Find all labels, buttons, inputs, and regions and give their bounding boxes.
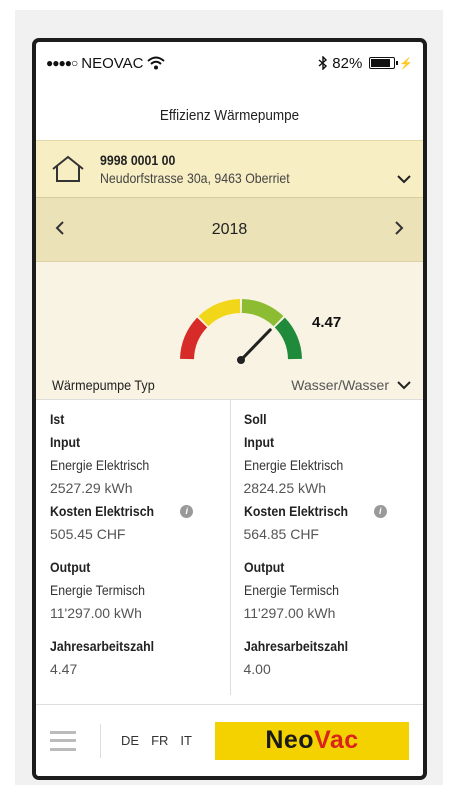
soll-heading: Soll bbox=[243, 411, 267, 427]
gauge-value: 4.47 bbox=[312, 314, 342, 331]
pump-type-value: Wasser/Wasser bbox=[291, 377, 389, 393]
efficiency-gauge bbox=[180, 299, 302, 364]
previous-year-button[interactable] bbox=[50, 218, 70, 241]
soll-kosten-value: 564.85 CHF bbox=[243, 526, 319, 542]
gauge-segment-lightgreen bbox=[241, 299, 284, 327]
footer-divider bbox=[100, 723, 101, 758]
language-de[interactable]: DE bbox=[121, 733, 139, 748]
chevron-down-icon[interactable] bbox=[397, 171, 411, 187]
soll-jaz-label: Jahresarbeitszahl bbox=[243, 638, 348, 654]
ist-heading: Ist bbox=[50, 411, 65, 427]
ist-energie-elektrisch-label: Energie Elektrisch bbox=[50, 457, 150, 473]
soll-energie-elektrisch-value: 2824.25 kWh bbox=[243, 480, 327, 496]
soll-energie-elektrisch-label: Energie Elektrisch bbox=[243, 457, 343, 473]
column-divider bbox=[229, 400, 231, 695]
page-title: Effizienz Wärmepumpe bbox=[159, 106, 300, 124]
soll-energie-termisch-label: Energie Termisch bbox=[243, 582, 339, 598]
language-fr[interactable]: FR bbox=[151, 733, 168, 748]
charging-icon: ⚡ bbox=[399, 57, 413, 70]
ist-energie-termisch-value: 11'297.00 kWh bbox=[50, 605, 142, 621]
gauge-segment-darkgreen bbox=[274, 317, 302, 360]
ist-input-label: Input bbox=[50, 434, 81, 450]
soll-energie-termisch-value: 11'297.00 kWh bbox=[243, 605, 336, 621]
ist-column: Ist Input Energie Elektrisch 2527.29 kWh… bbox=[36, 400, 230, 695]
soll-jaz-value: 4.00 bbox=[243, 661, 271, 677]
property-number: 9998 0001 00 bbox=[100, 152, 176, 168]
gauge-segment-yellow bbox=[198, 299, 241, 327]
pump-type-select[interactable]: Wasser/Wasser bbox=[291, 377, 411, 393]
soll-column: Soll Input Energie Elektrisch 2824.25 kW… bbox=[230, 400, 424, 695]
info-icon[interactable]: i bbox=[373, 505, 387, 518]
soll-input-label: Input bbox=[243, 434, 274, 450]
chevron-down-icon bbox=[397, 380, 411, 389]
hamburger-menu-icon[interactable] bbox=[50, 730, 76, 751]
house-icon bbox=[52, 155, 84, 182]
neovac-logo: Neo Vac bbox=[215, 721, 409, 760]
property-address: Neudorfstrasse 30a, 9463 Oberriet bbox=[100, 170, 290, 186]
phone-screen: ●●●●○ NEOVAC 82% ⚡ Effizienz Wärmepumpe … bbox=[32, 38, 427, 780]
soll-output-label: Output bbox=[243, 559, 284, 575]
gauge-needle bbox=[239, 328, 272, 362]
efficiency-gauge-panel: 4.47 Wärmepumpe Typ Wasser/Wasser bbox=[36, 262, 423, 400]
ist-energie-termisch-label: Energie Termisch bbox=[50, 582, 145, 598]
soll-kosten-label: Kosten Elektrisch bbox=[243, 503, 348, 519]
carrier-name: NEOVAC bbox=[81, 54, 144, 72]
signal-icon: ●●●●○ bbox=[46, 56, 78, 70]
gauge-pivot bbox=[237, 356, 245, 364]
comparison-table: Ist Input Energie Elektrisch 2527.29 kWh… bbox=[36, 400, 423, 695]
property-selector[interactable]: 9998 0001 00 Neudorfstrasse 30a, 9463 Ob… bbox=[36, 140, 423, 198]
info-icon[interactable]: i bbox=[180, 505, 194, 518]
next-year-button[interactable] bbox=[389, 218, 409, 241]
pump-type-label: Wärmepumpe Typ bbox=[52, 377, 155, 393]
wifi-icon bbox=[147, 56, 166, 70]
gauge-segment-red bbox=[180, 317, 208, 360]
ist-jaz-value: 4.47 bbox=[50, 661, 78, 677]
status-bar: ●●●●○ NEOVAC 82% ⚡ bbox=[36, 42, 423, 90]
battery-icon bbox=[369, 57, 399, 69]
selected-year: 2018 bbox=[211, 220, 248, 238]
bluetooth-icon bbox=[318, 56, 328, 70]
ist-kosten-value: 505.45 CHF bbox=[50, 526, 126, 542]
battery-percent: 82% bbox=[332, 54, 363, 72]
ist-output-label: Output bbox=[50, 559, 91, 575]
ist-energie-elektrisch-value: 2527.29 kWh bbox=[50, 480, 133, 496]
year-selector: 2018 bbox=[36, 198, 423, 262]
ist-jaz-label: Jahresarbeitszahl bbox=[50, 638, 155, 654]
language-it[interactable]: IT bbox=[180, 733, 192, 748]
footer-bar: DE FR IT Neo Vac bbox=[36, 704, 423, 776]
ist-kosten-label: Kosten Elektrisch bbox=[50, 503, 155, 519]
